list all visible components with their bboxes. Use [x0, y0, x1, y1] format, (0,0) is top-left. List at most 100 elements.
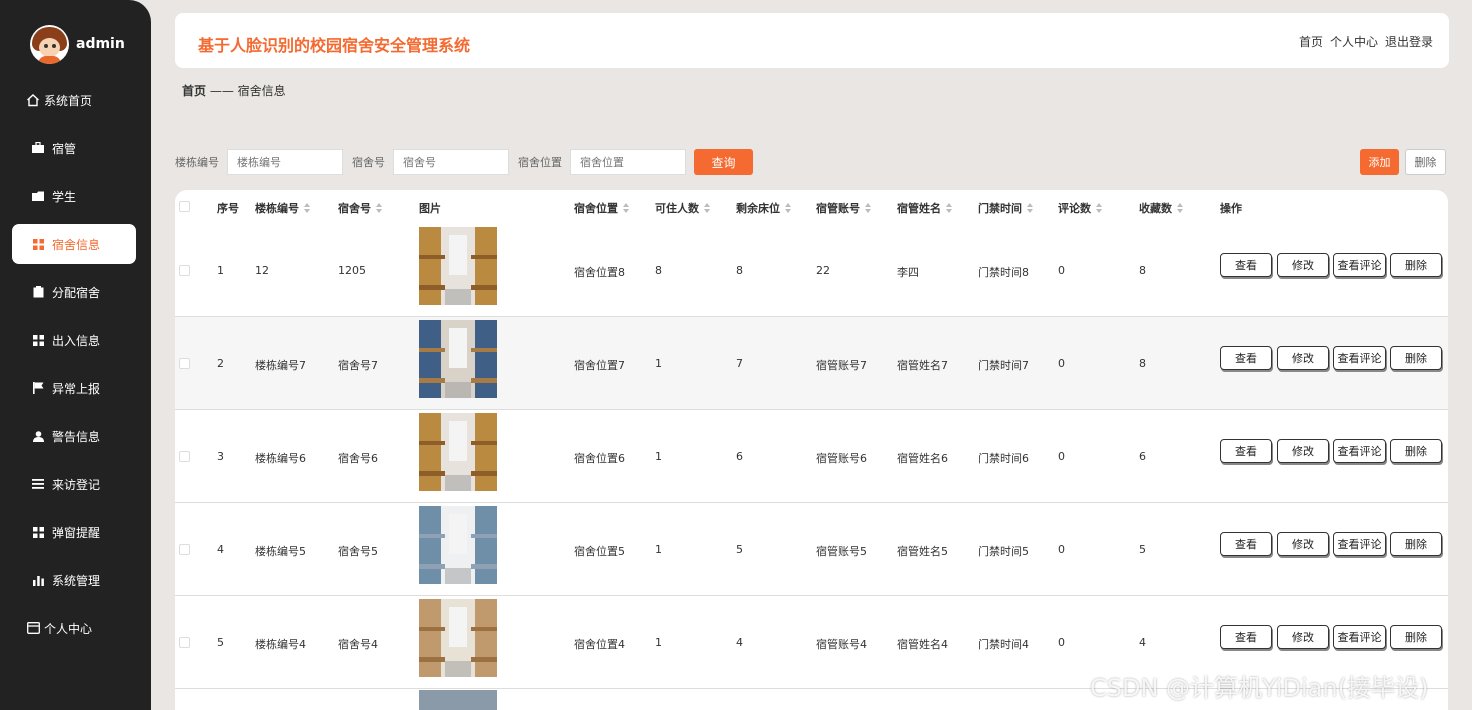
building-search-input[interactable]	[227, 149, 343, 175]
edit-button[interactable]: 修改	[1277, 346, 1329, 370]
sidebar-item-label: 异常上报	[52, 381, 101, 396]
header-link-logout[interactable]: 退出登录	[1385, 33, 1433, 50]
sort-icon[interactable]	[785, 203, 791, 213]
query-button[interactable]: 查询	[694, 149, 753, 175]
view-comments-button[interactable]: 查看评论	[1333, 625, 1386, 649]
view-button[interactable]: 查看	[1220, 625, 1272, 649]
bar-chart-icon	[30, 572, 46, 588]
view-comments-button[interactable]: 查看评论	[1333, 532, 1386, 556]
edit-button[interactable]: 修改	[1277, 439, 1329, 463]
delete-button[interactable]: 删除	[1390, 253, 1442, 277]
user-profile[interactable]: admin	[30, 24, 125, 64]
cell-capacity: 8	[655, 264, 662, 277]
grid-icon	[30, 524, 46, 540]
cell-comments: 0	[1058, 636, 1065, 649]
cell-beds-left: 5	[736, 543, 743, 556]
header-link-personal-center[interactable]: 个人中心	[1330, 33, 1378, 50]
sort-icon[interactable]	[1027, 203, 1033, 213]
sidebar-item-dorm-manager[interactable]: 宿管	[12, 128, 136, 168]
col-comments[interactable]: 评论数	[1058, 200, 1102, 216]
dorm-photo	[419, 506, 497, 584]
cell-capacity: 1	[655, 450, 662, 463]
col-manager-name[interactable]: 宿管姓名	[897, 200, 952, 216]
sort-icon[interactable]	[304, 203, 310, 213]
breadcrumb-separator: ——	[209, 84, 234, 98]
cell-building: 12	[255, 264, 269, 277]
view-comments-button[interactable]: 查看评论	[1333, 439, 1386, 463]
row-checkbox[interactable]	[179, 451, 190, 462]
view-comments-button[interactable]: 查看评论	[1333, 346, 1386, 370]
row-checkbox[interactable]	[179, 544, 190, 555]
sort-icon[interactable]	[376, 203, 382, 213]
col-favorites[interactable]: 收藏数	[1139, 200, 1183, 216]
sidebar-item-popup-reminder[interactable]: 弹窗提醒	[12, 512, 136, 552]
col-building[interactable]: 楼栋编号	[255, 200, 310, 216]
sort-icon[interactable]	[1096, 203, 1102, 213]
edit-button[interactable]: 修改	[1277, 625, 1329, 649]
table-row: 4 楼栋编号5 宿舍号5 宿舍位置5 1 5 宿管账号5 宿管姓名5 门禁时间5 0 5 查看 修改 查看…	[175, 503, 1448, 596]
edit-button[interactable]: 修改	[1277, 532, 1329, 556]
row-checkbox[interactable]	[179, 358, 190, 369]
col-capacity[interactable]: 可住人数	[655, 200, 710, 216]
col-manager-account[interactable]: 宿管账号	[816, 200, 871, 216]
sidebar-item-warning-info[interactable]: 警告信息	[12, 416, 136, 456]
col-beds-left[interactable]: 剩余床位	[736, 200, 791, 216]
page-title: 基于人脸识别的校园宿舍安全管理系统	[198, 36, 471, 55]
cell-index: 4	[217, 543, 224, 556]
sidebar-item-personal-center[interactable]: 个人中心	[12, 608, 136, 648]
delete-button[interactable]: 删除	[1390, 346, 1442, 370]
sidebar-item-label: 系统管理	[52, 573, 101, 588]
col-room[interactable]: 宿舍号	[338, 200, 382, 216]
col-actions: 操作	[1220, 202, 1242, 215]
sort-icon[interactable]	[865, 203, 871, 213]
add-button[interactable]: 添加	[1360, 149, 1399, 175]
cell-curfew: 门禁时间8	[978, 266, 1029, 279]
sidebar-item-home[interactable]: 系统首页	[12, 80, 136, 120]
delete-button[interactable]: 删除	[1390, 439, 1442, 463]
delete-button[interactable]: 删除	[1390, 532, 1442, 556]
username: admin	[76, 36, 125, 52]
cell-comments: 0	[1058, 543, 1065, 556]
sort-icon[interactable]	[946, 203, 952, 213]
sidebar-item-label: 系统首页	[44, 93, 93, 108]
col-curfew[interactable]: 门禁时间	[978, 200, 1033, 216]
flag-icon	[30, 380, 46, 396]
sort-icon[interactable]	[704, 203, 710, 213]
breadcrumb-home[interactable]: 首页	[182, 84, 206, 98]
sort-icon[interactable]	[1177, 203, 1183, 213]
view-button[interactable]: 查看	[1220, 346, 1272, 370]
batch-delete-button[interactable]: 删除	[1405, 149, 1446, 175]
cell-location: 宿舍位置7	[574, 359, 625, 372]
sidebar-item-system-management[interactable]: 系统管理	[12, 560, 136, 600]
row-checkbox[interactable]	[179, 265, 190, 276]
sidebar-item-dorm-info[interactable]: 宿舍信息	[12, 224, 136, 264]
view-button[interactable]: 查看	[1220, 532, 1272, 556]
top-header: 基于人脸识别的校园宿舍安全管理系统 首页 个人中心 退出登录	[175, 13, 1449, 68]
table-row: 2 楼栋编号7 宿舍号7 宿舍位置7 1 7 宿管账号7 宿管姓名7 门禁时间7 0 8 查看 修改 查看…	[175, 317, 1448, 410]
room-search-input[interactable]	[393, 149, 509, 175]
cell-beds-left: 8	[736, 264, 743, 277]
col-location[interactable]: 宿舍位置	[574, 200, 629, 216]
sidebar-item-assign-dorm[interactable]: 分配宿舍	[12, 272, 136, 312]
sidebar-item-student[interactable]: 学生	[12, 176, 136, 216]
header-link-home[interactable]: 首页	[1299, 33, 1323, 50]
table-header: 序号 楼栋编号 宿舍号 图片 宿舍位置 可住人数 剩余床位 宿管账号 宿管姓名 …	[175, 190, 1448, 224]
view-comments-button[interactable]: 查看评论	[1333, 253, 1386, 277]
cell-building: 楼栋编号5	[255, 545, 306, 558]
cell-manager-name: 李四	[897, 266, 919, 279]
sidebar-item-access-info[interactable]: 出入信息	[12, 320, 136, 360]
briefcase-icon	[30, 140, 46, 156]
sort-icon[interactable]	[623, 203, 629, 213]
sidebar-item-anomaly-report[interactable]: 异常上报	[12, 368, 136, 408]
cell-beds-left: 6	[736, 450, 743, 463]
location-search-input[interactable]	[570, 149, 686, 175]
select-all-checkbox[interactable]	[179, 201, 190, 212]
edit-button[interactable]: 修改	[1277, 253, 1329, 277]
delete-button[interactable]: 删除	[1390, 625, 1442, 649]
row-checkbox[interactable]	[179, 637, 190, 648]
view-button[interactable]: 查看	[1220, 439, 1272, 463]
view-button[interactable]: 查看	[1220, 253, 1272, 277]
cell-favorites: 5	[1139, 543, 1146, 556]
sidebar-item-visitor-registration[interactable]: 来访登记	[12, 464, 136, 504]
cell-favorites: 4	[1139, 636, 1146, 649]
